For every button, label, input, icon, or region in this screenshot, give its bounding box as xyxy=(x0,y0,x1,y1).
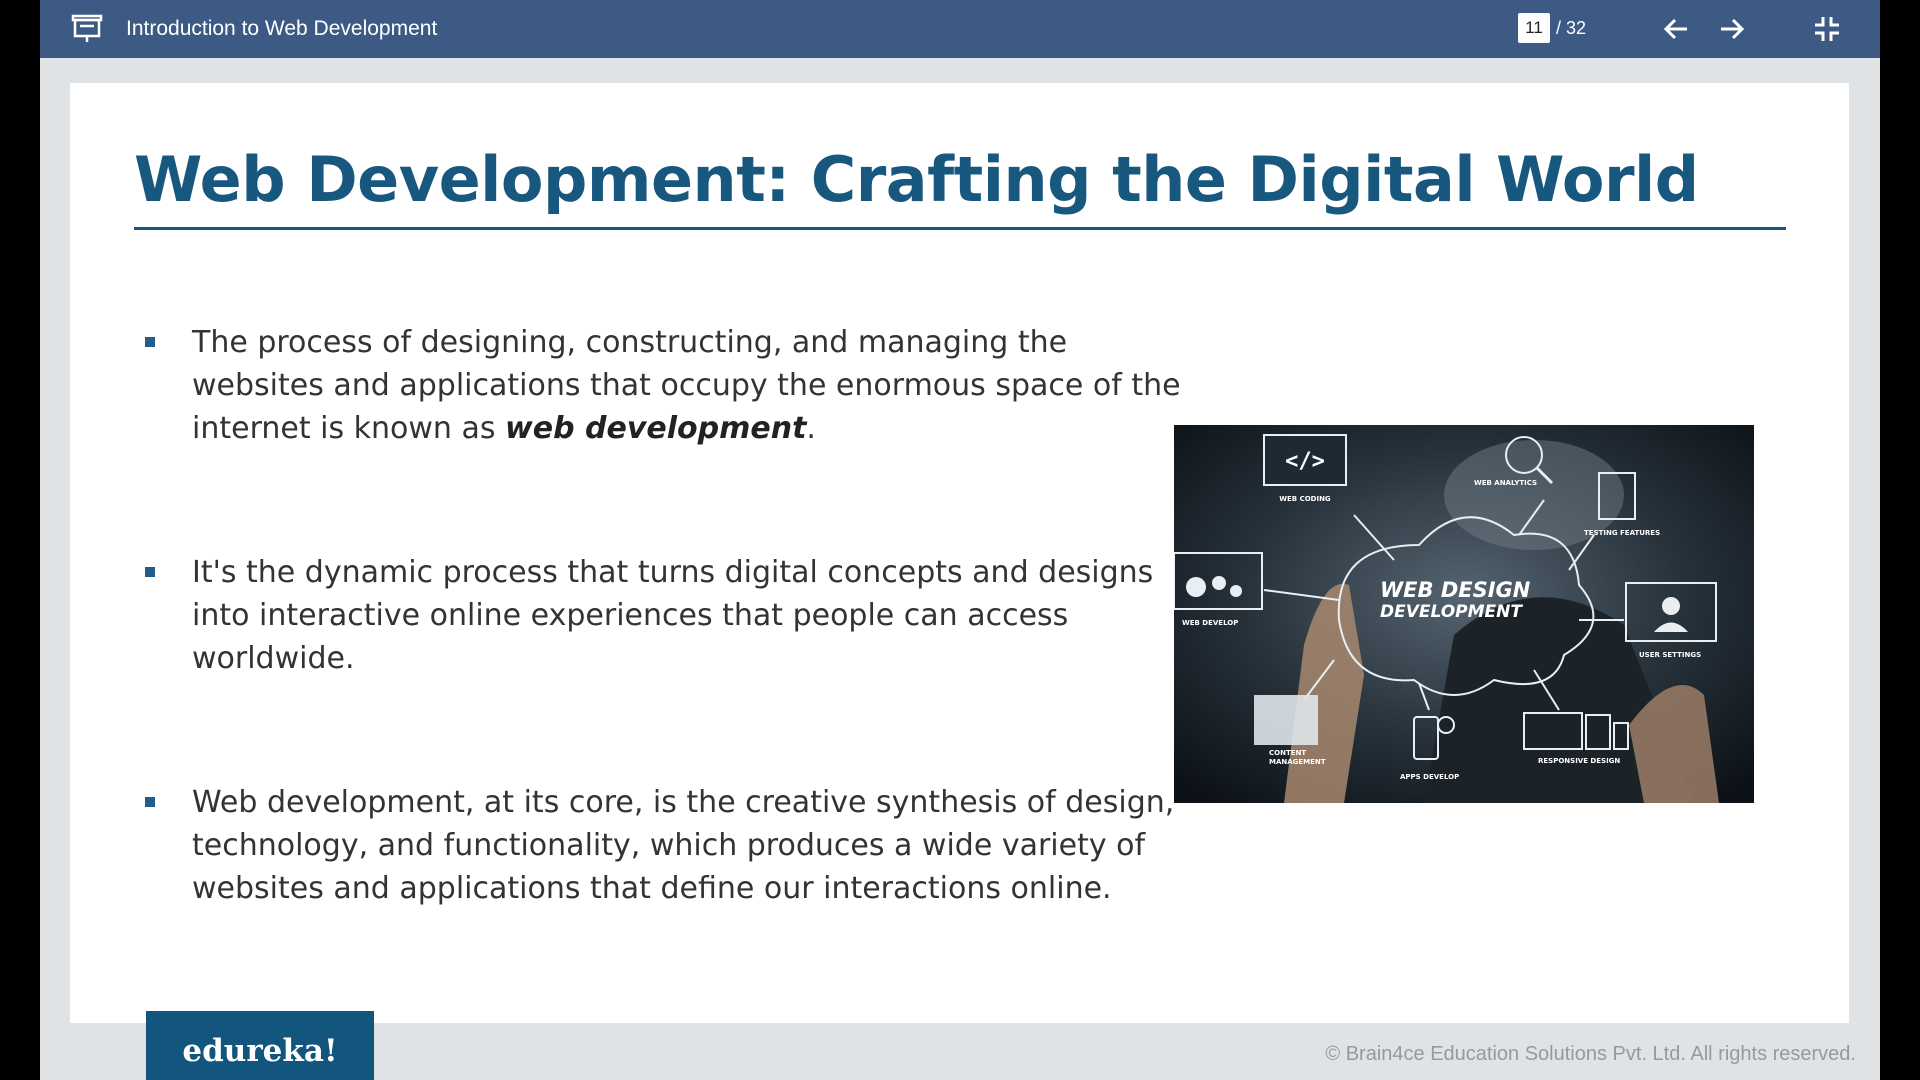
label-responsive-design: RESPONSIVE DESIGN xyxy=(1538,757,1620,765)
page-indicator: 11 / 32 xyxy=(1518,12,1586,44)
viewer-toolbar: Introduction to Web Development 11 / 32 xyxy=(40,0,1880,58)
label-content: CONTENT xyxy=(1269,749,1306,757)
arrow-right-icon[interactable] xyxy=(1714,12,1748,46)
bullet-text: Web development, at its core, is the cre… xyxy=(192,785,1175,906)
label-web-develop: WEB DEVELOP xyxy=(1182,619,1238,627)
edureka-logo: edureka! xyxy=(146,1011,374,1080)
code-glyph: </> xyxy=(1285,449,1325,474)
bullet-marker xyxy=(145,337,155,347)
bullet-marker xyxy=(145,797,155,807)
current-page-input[interactable]: 11 xyxy=(1518,13,1550,43)
label-testing-features: TESTING FEATURES xyxy=(1584,529,1660,537)
copyright-notice: © Brain4ce Education Solutions Pvt. Ltd.… xyxy=(1325,1043,1856,1065)
exit-fullscreen-icon[interactable] xyxy=(1810,12,1844,46)
bullet-2: It's the dynamic process that turns digi… xyxy=(145,551,1185,680)
illustration-graphic: </> WEB CODING WEB ANALYTICS TESTING FEA… xyxy=(1174,425,1754,803)
title-underline xyxy=(134,227,1786,230)
label-web-analytics: WEB ANALYTICS xyxy=(1474,479,1537,487)
emphasis-text: web development xyxy=(505,411,807,446)
bullet-marker xyxy=(145,567,155,577)
label-user-settings: USER SETTINGS xyxy=(1639,651,1701,659)
web-design-illustration: </> WEB CODING WEB ANALYTICS TESTING FEA… xyxy=(1174,425,1754,803)
user-icon xyxy=(1662,597,1680,615)
slide-canvas: Web Development: Crafting the Digital Wo… xyxy=(70,83,1849,1023)
total-pages: / 32 xyxy=(1556,17,1587,38)
bullet-1: The process of designing, constructing, … xyxy=(145,321,1185,450)
presentation-icon xyxy=(71,14,103,42)
bullet-text: It's the dynamic process that turns digi… xyxy=(192,555,1154,676)
label-apps-develop: APPS DEVELOP xyxy=(1400,773,1459,781)
arrow-left-icon[interactable] xyxy=(1660,12,1694,46)
bullet-text: The process of designing, constructing, … xyxy=(192,325,1181,446)
slide-title: Web Development: Crafting the Digital Wo… xyxy=(134,143,1699,216)
label-web-coding: WEB CODING xyxy=(1279,495,1331,503)
presentation-title: Introduction to Web Development xyxy=(126,17,438,40)
bullet-3: Web development, at its core, is the cre… xyxy=(145,781,1185,910)
gear-icon xyxy=(1186,577,1206,597)
center-label-1: WEB DESIGN xyxy=(1380,578,1531,602)
folder-icon xyxy=(1254,695,1318,745)
center-label-2: DEVELOPMENT xyxy=(1380,602,1523,622)
presentation-viewer: Introduction to Web Development 11 / 32 … xyxy=(40,0,1880,1080)
label-management: MANAGEMENT xyxy=(1269,758,1326,766)
